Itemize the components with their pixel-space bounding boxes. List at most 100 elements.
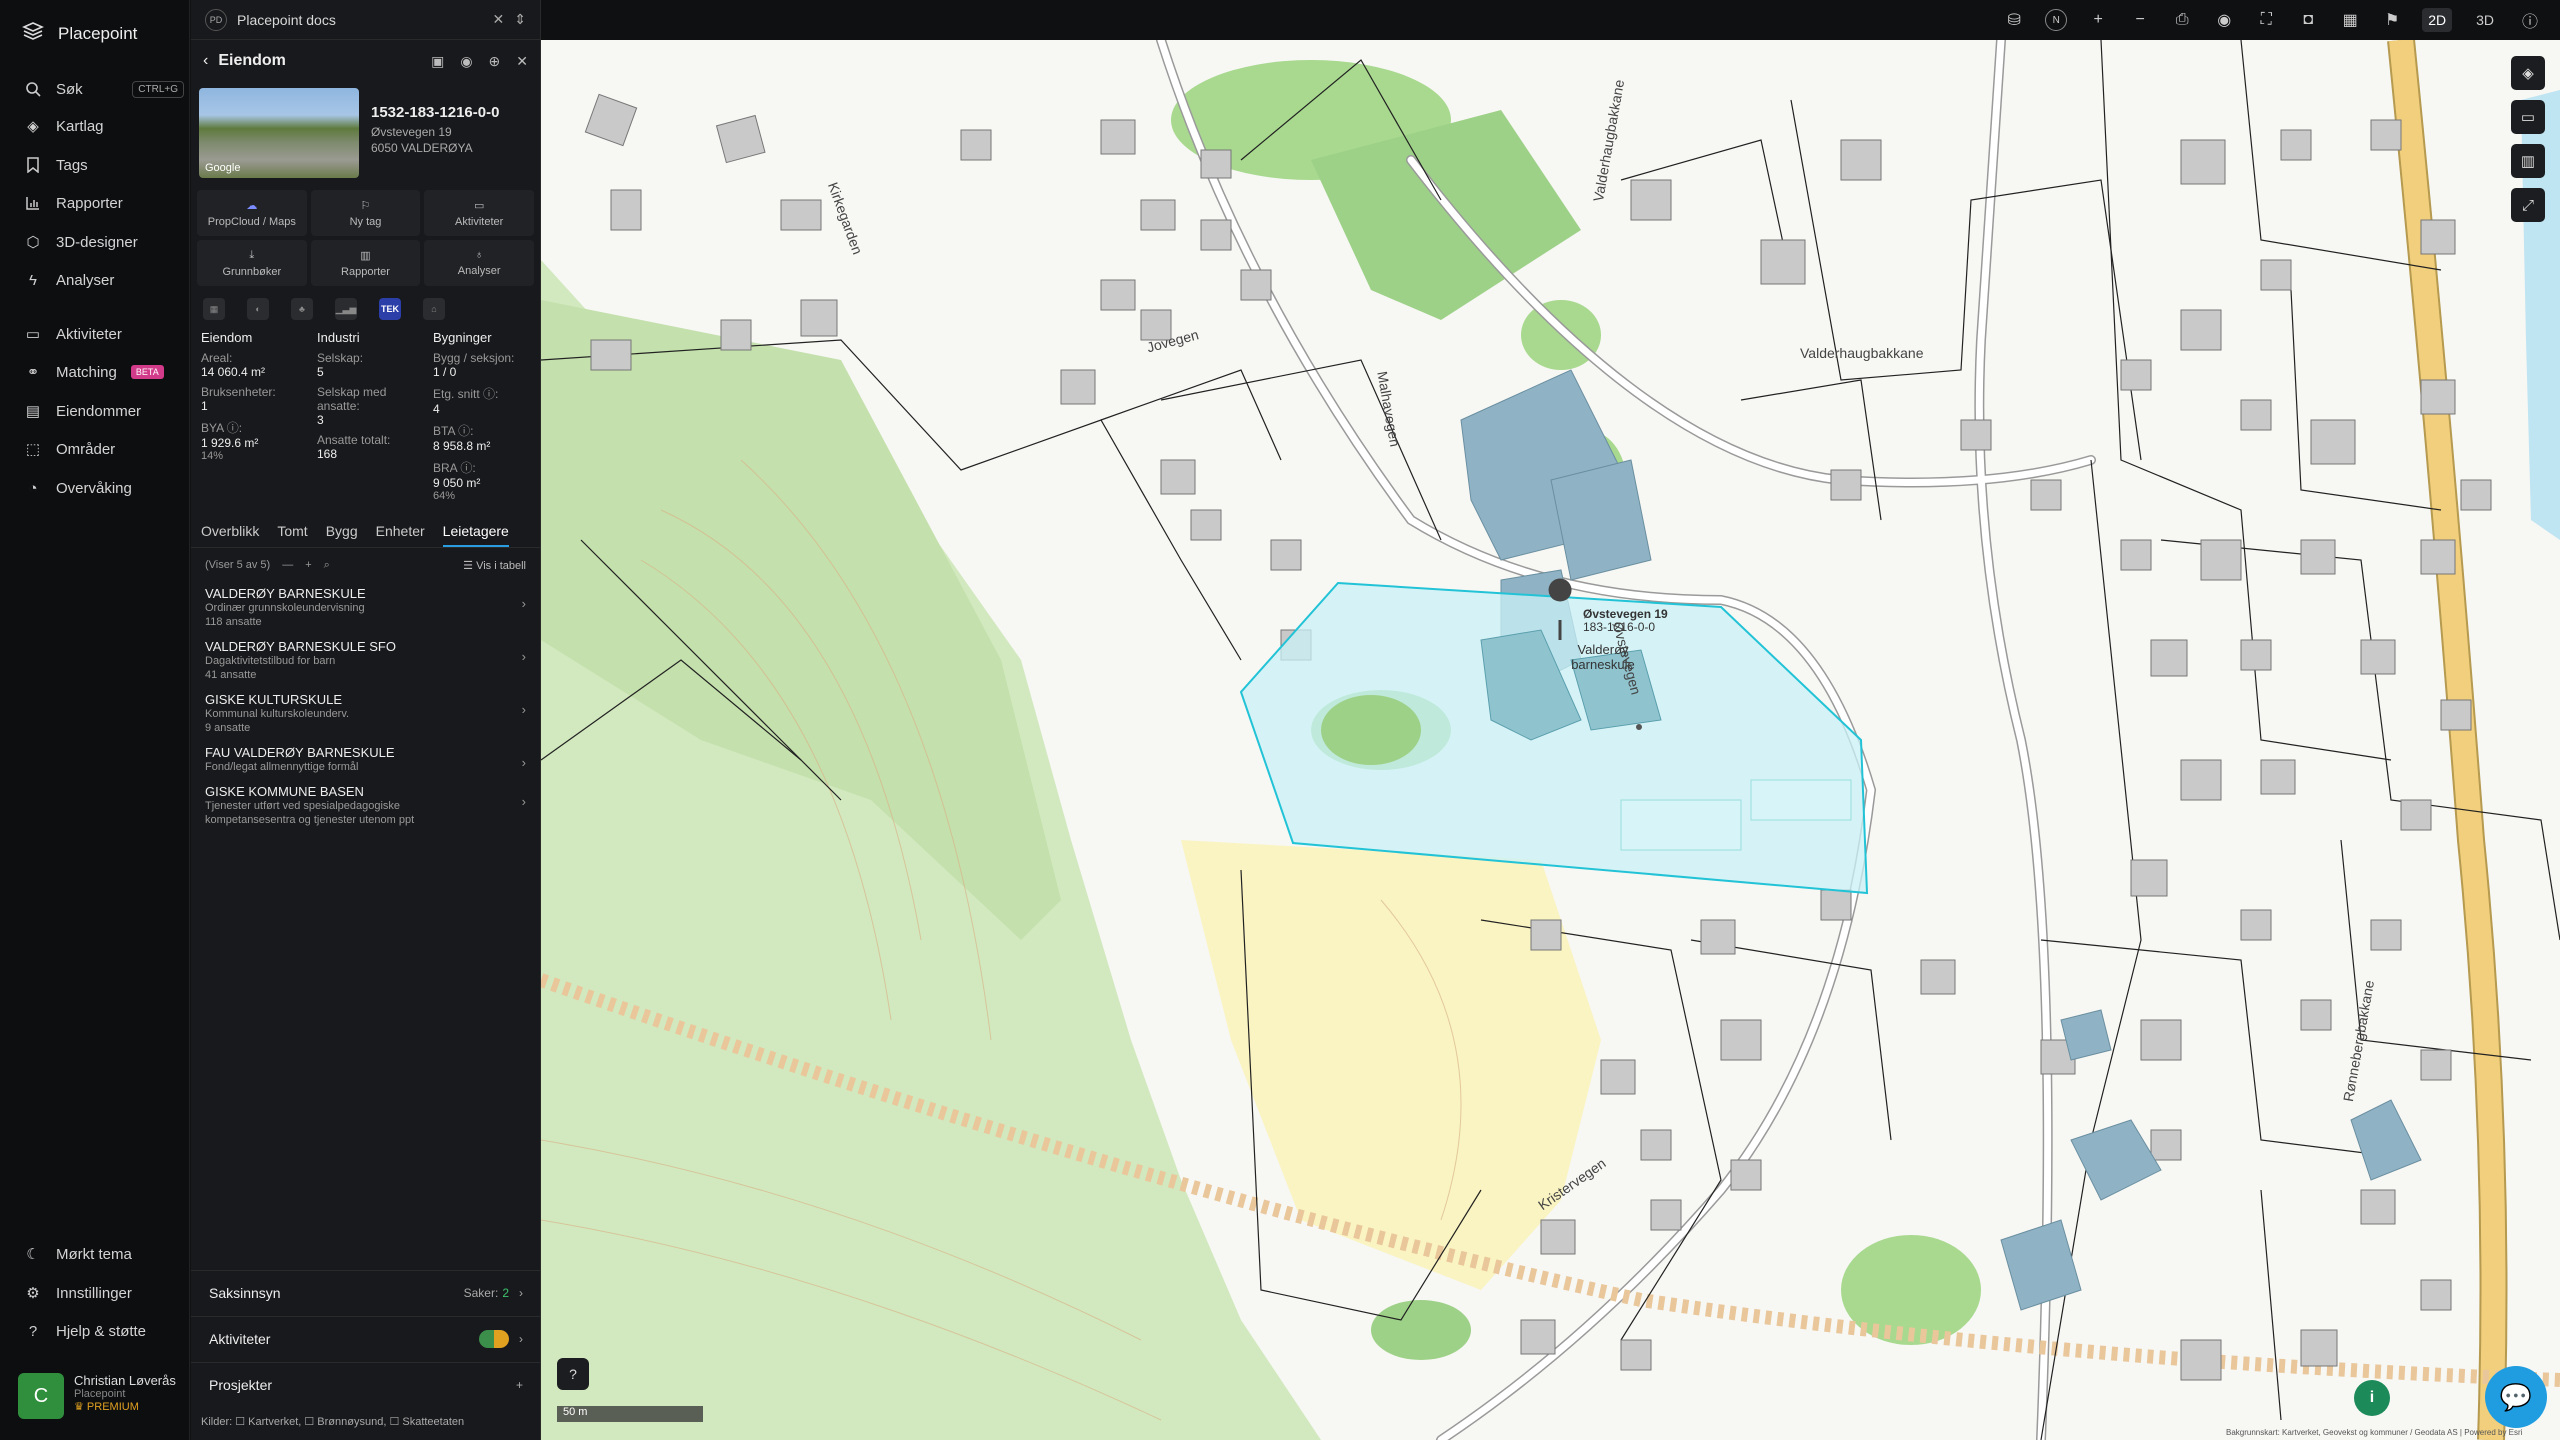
source-icon-3[interactable]: ♣ (291, 298, 313, 320)
map-help-button[interactable]: ? (557, 1358, 589, 1390)
new-tag-button[interactable]: ⚐ Ny tag (310, 190, 421, 236)
aktiviteter-section[interactable]: Aktiviteter › (191, 1316, 541, 1360)
source-icon-2[interactable]: ◐ (247, 298, 269, 320)
nav-3d-designer[interactable]: ⬡ 3D-designer (24, 228, 184, 256)
list-item[interactable]: VALDERØY BARNESKULE Ordinær grunnskoleun… (191, 582, 540, 635)
eye-icon[interactable]: ◉ (460, 53, 472, 70)
bruks-value: 1 (201, 399, 208, 413)
app-logo[interactable]: Placepoint (22, 20, 137, 47)
minus-icon[interactable]: — (282, 559, 293, 571)
eye-icon[interactable]: ◉ (2212, 8, 2236, 32)
bta-value: 8 958.8 m² (433, 439, 491, 453)
chart-icon: ▥ (360, 249, 371, 262)
close-icon[interactable]: ✕ (493, 11, 505, 28)
plus-icon[interactable]: + (516, 1378, 523, 1392)
nav-eiendommer[interactable]: ▤ Eiendommer (24, 397, 184, 425)
nav-matching[interactable]: ⚭ Matching BETA (24, 358, 184, 386)
tab-overblikk[interactable]: Overblikk (201, 523, 259, 539)
user-profile[interactable]: C Christian Løverås Placepoint ♛ PREMIUM (18, 1373, 176, 1419)
chat-button[interactable]: 💬 (2485, 1366, 2547, 1428)
nav-omrader[interactable]: ⬚ Områder (24, 435, 184, 463)
map-ruler-button[interactable]: ▭ (2511, 100, 2545, 134)
tenant-emp: 9 ansatte (205, 722, 251, 734)
propcloud-button[interactable]: ☁ PropCloud / Maps (197, 190, 307, 236)
source-icon-1[interactable]: ▦ (203, 298, 225, 320)
id-card-icon[interactable]: ▣ (431, 53, 444, 70)
tenant-name: VALDERØY BARNESKULE SFO (205, 639, 396, 654)
compass-button[interactable]: N (2044, 8, 2068, 32)
zoom-in-button[interactable]: + (2086, 8, 2110, 32)
nav-kartlag[interactable]: ◈ Kartlag (24, 112, 184, 140)
info-button[interactable]: i (2354, 1380, 2390, 1416)
analyse-button[interactable]: ♁ Analyser (424, 240, 534, 286)
tenant-name: GISKE KOMMUNE BASEN (205, 784, 364, 799)
layers-stack-icon[interactable]: ⛁ (2002, 8, 2026, 32)
list-item[interactable]: FAU VALDERØY BARNESKULE Fond/legat allme… (191, 741, 540, 780)
target-icon[interactable]: ⊕ (489, 53, 501, 70)
tab-leietagere[interactable]: Leietagere (442, 523, 509, 547)
camera-icon[interactable]: ◘ (2296, 8, 2320, 32)
nav-aktiviteter[interactable]: ▭ Aktiviteter (24, 320, 184, 348)
map-measure-button[interactable]: ⤢ (2511, 188, 2545, 222)
list-item[interactable]: GISKE KULTURSKULE Kommunal kulturskoleun… (191, 688, 540, 741)
doc-tab[interactable]: PD Placepoint docs ✕ ⇕ (191, 0, 540, 40)
prosjekter-section[interactable]: Prosjekter + (191, 1362, 541, 1406)
map-toolbar: ⛁ N + − ⎙ ◉ ⛶ ◘ ▦ ⚑ 2D 3D ⓘ (541, 0, 2560, 40)
nav-matching-label: Matching (56, 363, 117, 381)
map-graphic[interactable] (541, 40, 2560, 1440)
zoom-out-button[interactable]: − (2128, 8, 2152, 32)
close-panel-icon[interactable]: ✕ (516, 53, 528, 70)
tab-enheter[interactable]: Enheter (376, 523, 425, 539)
plus-icon[interactable]: + (305, 559, 311, 571)
grunnboker-label: Grunnbøker (222, 265, 282, 278)
list-item[interactable]: VALDERØY BARNESKULE SFO Dagaktivitetstil… (191, 635, 540, 688)
info-icon[interactable]: ⓘ (2518, 8, 2542, 32)
tab-bygg[interactable]: Bygg (326, 523, 358, 539)
property-card[interactable]: Google 1532-183-1216-0-0 Øvstevegen 19 6… (191, 82, 540, 184)
nav-tags[interactable]: Tags (24, 151, 184, 179)
nav-settings[interactable]: ⚙ Innstillinger (24, 1279, 184, 1307)
map-layer-toggle-button[interactable]: ◈ (2511, 56, 2545, 90)
nav-analyser[interactable]: ϟ Analyser (24, 266, 184, 294)
tenant-desc: Dagaktivitetstilbud for barn (205, 655, 336, 667)
grid-icon[interactable]: ▦ (2338, 8, 2362, 32)
left-navigation: Placepoint Søk CTRL+G ◈ Kartlag Tags Rap… (0, 0, 190, 1440)
nav-search[interactable]: Søk CTRL+G (24, 75, 184, 103)
view-3d-button[interactable]: 3D (2470, 8, 2500, 32)
map-canvas[interactable]: Øvstevegen 19 183-1216-0-0 Valderøy barn… (541, 40, 2560, 1440)
bya-pct: 14% (201, 450, 224, 462)
search-shortcut: CTRL+G (132, 80, 184, 98)
source-icon-4[interactable]: ▁▃▅ (335, 298, 357, 320)
search-icon[interactable]: ⌕ (324, 559, 330, 572)
source-icon-6[interactable]: ⌂ (423, 298, 445, 320)
nav-overvaking[interactable]: ◔ Overvåking (24, 474, 184, 502)
ruler-icon: ▭ (2520, 109, 2536, 126)
print-icon[interactable]: ⎙ (2170, 8, 2194, 32)
download-icon: ⤓ (249, 248, 255, 261)
grunnboker-button[interactable]: ⤓ Grunnbøker (197, 240, 307, 286)
chart-icon (24, 194, 42, 212)
nav-dark-theme[interactable]: ☾ Mørkt tema (24, 1240, 184, 1268)
back-icon[interactable]: ‹ (203, 52, 208, 70)
chevron-updown-icon[interactable]: ⇕ (514, 11, 526, 28)
saksinnsyn-section[interactable]: Saksinnsyn Saker: 2 › (191, 1270, 541, 1314)
tab-tomt[interactable]: Tomt (277, 523, 307, 539)
list-item[interactable]: GISKE KOMMUNE BASEN Tjenester utført ved… (191, 780, 540, 833)
view-2d-button[interactable]: 2D (2422, 8, 2453, 32)
street-view-photo[interactable]: Google (199, 88, 359, 178)
compass-icon: N (2045, 9, 2068, 31)
fullscreen-icon[interactable]: ⛶ (2254, 8, 2278, 32)
map-chart-button[interactable]: ▥ (2511, 144, 2545, 178)
table-view-button[interactable]: ☰ Vis i tabell (463, 559, 526, 572)
watch-icon: ◔ (28, 479, 38, 497)
chevron-right-icon: › (519, 1331, 523, 1346)
tek-icon[interactable]: TEK (379, 298, 401, 320)
activities-button[interactable]: ▭ Aktiviteter (424, 190, 534, 236)
bya-value: 1 929.6 m² (201, 436, 259, 450)
nav-help[interactable]: ? Hjelp & støtte (24, 1317, 184, 1345)
layers-icon: ◈ (2522, 65, 2534, 82)
bookmark-icon[interactable]: ⚑ (2380, 8, 2404, 32)
stats-bygninger-header: Bygninger (433, 330, 492, 345)
reports-button[interactable]: ▥ Rapporter (310, 240, 421, 286)
nav-rapporter[interactable]: Rapporter (24, 189, 184, 217)
